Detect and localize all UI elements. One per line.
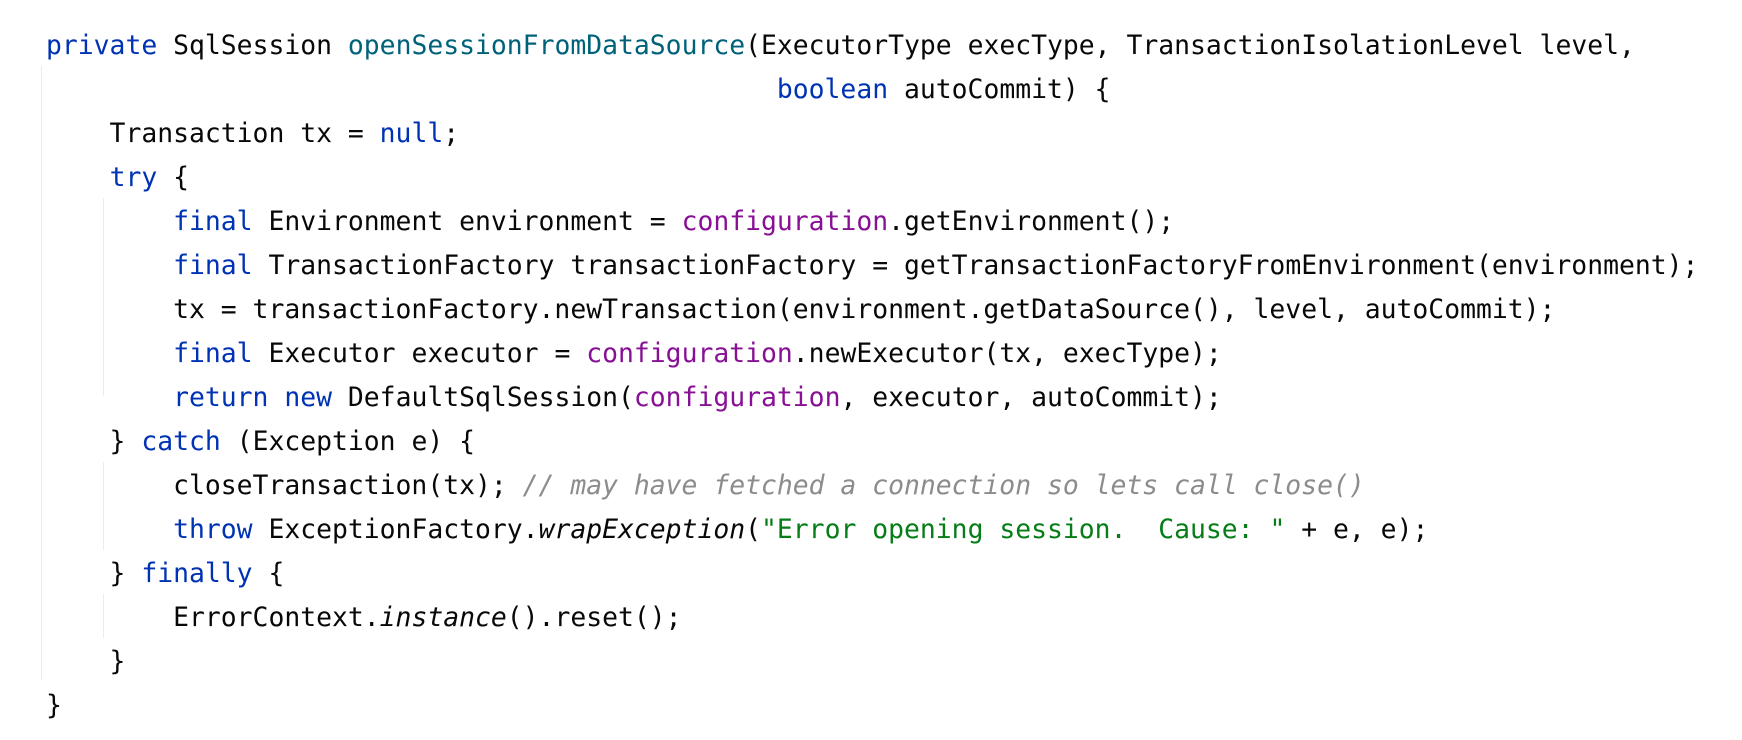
code-token: } [46,690,62,721]
code-token: instance [379,602,507,633]
code-editor[interactable]: private SqlSession openSessionFromDataSo… [0,0,1742,740]
code-token: tx = transactionFactory.newTransaction(e… [46,294,1556,325]
code-token: } [46,426,142,457]
code-token: configuration [633,382,841,413]
code-token: DefaultSqlSession( [332,382,634,413]
code-token: configuration [586,338,793,369]
code-line[interactable]: throw ExceptionFactory.wrapException("Er… [46,508,1428,552]
code-line[interactable]: final Environment environment = configur… [46,200,1174,244]
code-token: final [173,338,253,369]
code-line[interactable]: ErrorContext.instance().reset(); [46,596,682,640]
code-token: Transaction tx = [46,118,380,149]
code-token: wrapException [538,514,746,545]
code-line[interactable]: closeTransaction(tx); // may have fetche… [46,464,1365,508]
code-line[interactable]: Transaction tx = null; [46,112,460,156]
code-token: openSessionFromDataSource [347,30,746,61]
code-token: ().reset(); [506,602,682,633]
code-token: } [46,646,126,677]
code-token: Environment environment = [252,206,682,237]
code-token: { [157,162,190,193]
code-line[interactable]: private SqlSession openSessionFromDataSo… [46,24,1635,68]
code-token: final [173,250,253,281]
code-line[interactable]: } catch (Exception e) { [46,420,475,464]
code-line[interactable]: tx = transactionFactory.newTransaction(e… [46,288,1555,332]
code-token: TransactionFactory transactionFactory = … [252,250,1699,281]
code-token: new [284,382,333,413]
code-token: ErrorContext. [46,602,380,633]
code-token: final [173,206,253,237]
code-line[interactable]: try { [46,156,189,200]
code-token: ; [443,118,460,149]
code-token: ( [745,514,762,545]
code-token: autoCommit) { [888,74,1111,105]
code-token: + e, e); [1285,514,1429,545]
code-token: closeTransaction(tx); [46,470,523,501]
code-token: null [379,118,444,149]
code-token: "Error opening session. Cause: " [761,514,1286,545]
code-token: catch [141,426,221,457]
code-token: { [252,558,285,589]
code-token: try [109,162,158,193]
code-token: boolean [776,74,889,105]
code-line[interactable]: final Executor executor = configuration.… [46,332,1222,376]
code-token: finally [141,558,253,589]
code-line[interactable]: return new DefaultSqlSession(configurati… [46,376,1222,420]
code-token: throw [173,514,253,545]
code-line[interactable]: final TransactionFactory transactionFact… [46,244,1698,288]
code-line[interactable]: boolean autoCommit) { [46,68,1111,112]
code-token: Executor executor = [252,338,587,369]
code-token: , executor, autoCommit); [840,382,1222,413]
code-token: } [46,558,142,589]
code-token: (ExecutorType execType, TransactionIsola… [745,30,1635,61]
code-token: // may have fetched a connection so lets… [522,470,1365,501]
code-token: (Exception e) { [220,426,476,457]
code-token: configuration [681,206,889,237]
code-line[interactable]: } finally { [46,552,285,596]
code-token: return [173,382,269,413]
code-token: .newExecutor(tx, execType); [792,338,1222,369]
code-token: private [46,30,158,61]
code-line[interactable]: } [46,684,62,728]
code-token: .getEnvironment(); [888,206,1175,237]
code-token: ExceptionFactory. [252,514,539,545]
indent-guide [41,66,42,680]
code-line[interactable]: } [46,640,126,684]
code-token: SqlSession [157,30,348,61]
